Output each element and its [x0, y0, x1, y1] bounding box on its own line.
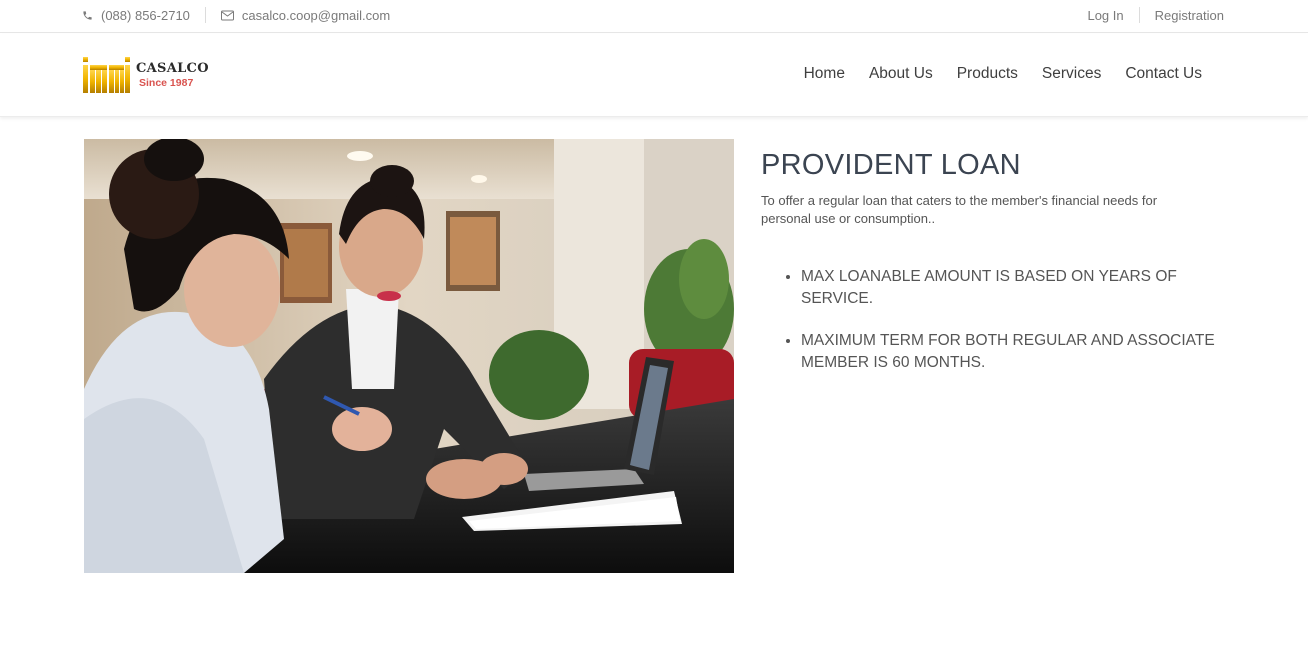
- top-bar: (088) 856-2710 casalco.coop@gmail.com Lo…: [0, 0, 1308, 33]
- nav-item-home[interactable]: Home: [804, 65, 845, 83]
- loan-details: PROVIDENT LOAN To offer a regular loan t…: [761, 149, 1221, 394]
- brand-logo[interactable]: CASALCO Since 1987: [83, 55, 209, 95]
- loan-features-list: MAX LOANABLE AMOUNT IS BASED ON YEARS OF…: [761, 266, 1221, 374]
- nav-item-about-us[interactable]: About Us: [869, 65, 933, 83]
- loan-photo: [84, 139, 734, 573]
- login-link[interactable]: Log In: [1087, 8, 1123, 23]
- auth-links: Log In Registration: [1087, 0, 1224, 30]
- phone-icon: [82, 10, 93, 21]
- contact-info: (088) 856-2710 casalco.coop@gmail.com: [82, 0, 390, 30]
- main-nav: Home About Us Products Services Contact …: [804, 34, 1202, 114]
- email-contact[interactable]: casalco.coop@gmail.com: [220, 8, 390, 23]
- nav-item-contact-us[interactable]: Contact Us: [1125, 65, 1202, 83]
- list-item: MAX LOANABLE AMOUNT IS BASED ON YEARS OF…: [801, 266, 1221, 310]
- envelope-icon: [220, 10, 234, 21]
- phone-number: (088) 856-2710: [101, 7, 190, 23]
- logo-mark-icon: [83, 57, 130, 93]
- phone-contact: (088) 856-2710: [82, 8, 190, 23]
- list-item: MAXIMUM TERM FOR BOTH REGULAR AND ASSOCI…: [801, 330, 1221, 374]
- brand-name: CASALCO: [136, 60, 209, 76]
- divider: [204, 7, 206, 23]
- loan-description: To offer a regular loan that caters to t…: [761, 193, 1158, 226]
- brand-tagline: Since 1987: [139, 76, 194, 89]
- divider: [1138, 7, 1140, 23]
- site-header: CASALCO Since 1987 Home About Us Product…: [0, 34, 1308, 117]
- registration-link[interactable]: Registration: [1155, 8, 1224, 23]
- email-link[interactable]: casalco.coop@gmail.com: [242, 8, 390, 23]
- page-title: PROVIDENT LOAN: [761, 149, 1021, 181]
- nav-item-services[interactable]: Services: [1042, 65, 1101, 83]
- nav-item-products[interactable]: Products: [957, 65, 1018, 83]
